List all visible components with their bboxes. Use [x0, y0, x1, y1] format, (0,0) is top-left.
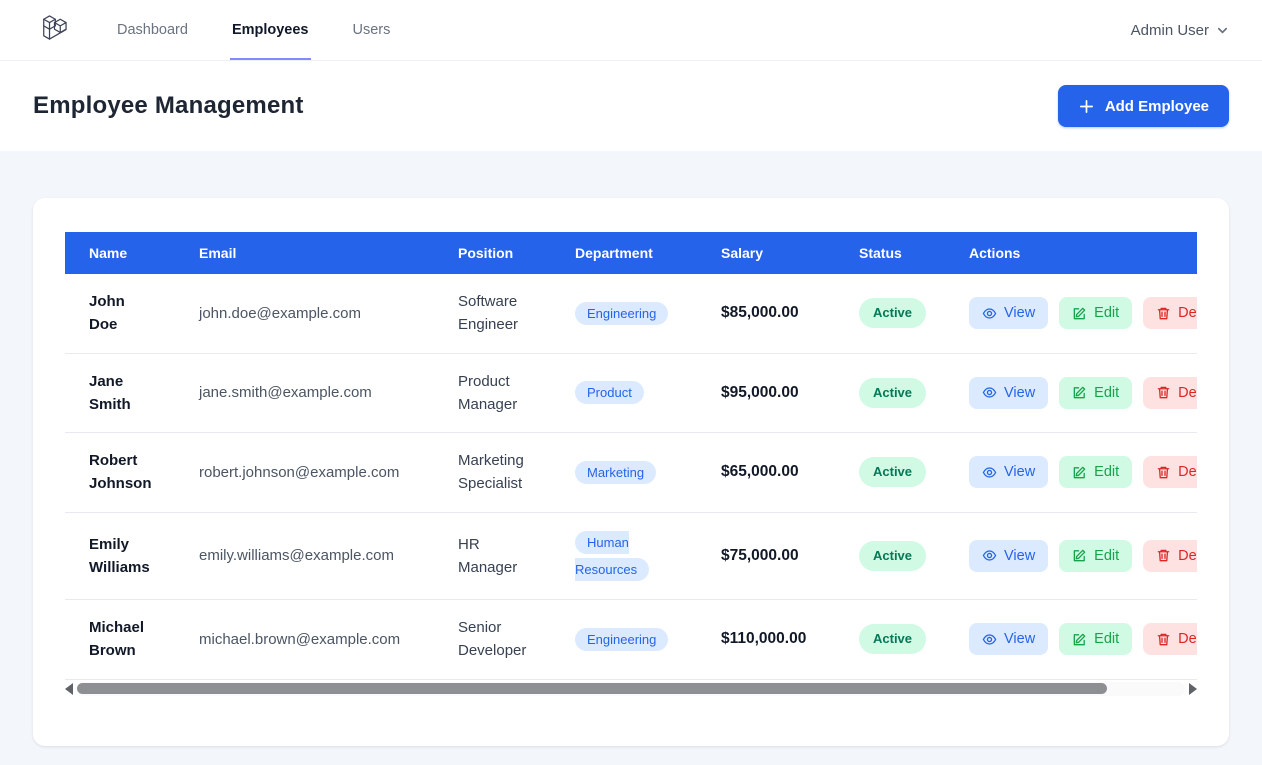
horizontal-scrollbar[interactable]	[65, 681, 1197, 697]
employee-salary: $75,000.00	[697, 512, 835, 600]
edit-icon	[1072, 385, 1087, 400]
employee-position: Senior Developer	[434, 600, 551, 680]
status-badge: Active	[859, 457, 926, 487]
trash-icon	[1156, 385, 1171, 400]
table-row: Emily Williams emily.williams@example.co…	[65, 512, 1197, 600]
employee-name: Robert Johnson	[65, 433, 175, 513]
edit-button[interactable]: Edit	[1059, 377, 1132, 409]
department-badge: Marketing	[575, 461, 656, 484]
employee-salary: $95,000.00	[697, 353, 835, 433]
view-button[interactable]: View	[969, 540, 1048, 572]
table-row: Michael Brown michael.brown@example.com …	[65, 600, 1197, 680]
employee-email: jane.smith@example.com	[175, 353, 434, 433]
employee-email: john.doe@example.com	[175, 274, 434, 353]
delete-button[interactable]: Delete	[1143, 540, 1197, 572]
table-row: Robert Johnson robert.johnson@example.co…	[65, 433, 1197, 513]
status-badge: Active	[859, 298, 926, 328]
delete-button[interactable]: Delete	[1143, 623, 1197, 655]
laravel-logo[interactable]	[33, 0, 71, 60]
eye-icon	[982, 632, 997, 647]
employee-salary: $110,000.00	[697, 600, 835, 680]
top-navbar: Dashboard Employees Users Admin User	[0, 0, 1262, 61]
nav-item-users[interactable]: Users	[351, 0, 393, 60]
edit-button[interactable]: Edit	[1059, 540, 1132, 572]
employee-name: John Doe	[65, 274, 175, 353]
view-button[interactable]: View	[969, 456, 1048, 488]
trash-icon	[1156, 306, 1171, 321]
employees-card: Name Email Position Department Salary St…	[33, 198, 1229, 746]
employee-name: Michael Brown	[65, 600, 175, 680]
employee-position: Product Manager	[434, 353, 551, 433]
col-header-status: Status	[835, 232, 945, 274]
col-header-department: Department	[551, 232, 697, 274]
employee-email: robert.johnson@example.com	[175, 433, 434, 513]
status-badge: Active	[859, 378, 926, 408]
employee-email: michael.brown@example.com	[175, 600, 434, 680]
add-employee-label: Add Employee	[1105, 98, 1209, 115]
department-badge: Human Resources	[575, 531, 649, 581]
status-badge: Active	[859, 541, 926, 571]
page-title: Employee Management	[33, 92, 304, 120]
nav-links: Dashboard Employees Users	[115, 0, 392, 60]
nav-item-dashboard[interactable]: Dashboard	[115, 0, 190, 60]
scroll-left-arrow[interactable]	[65, 683, 73, 695]
edit-icon	[1072, 465, 1087, 480]
view-button[interactable]: View	[969, 623, 1048, 655]
scrollbar-track[interactable]	[77, 682, 1185, 696]
col-header-name: Name	[65, 232, 175, 274]
employee-position: Marketing Specialist	[434, 433, 551, 513]
user-menu[interactable]: Admin User	[1131, 0, 1229, 60]
employees-table: Name Email Position Department Salary St…	[65, 232, 1197, 680]
edit-button[interactable]: Edit	[1059, 623, 1132, 655]
plus-icon	[1078, 98, 1095, 115]
chevron-down-icon	[1216, 24, 1229, 37]
eye-icon	[982, 306, 997, 321]
edit-icon	[1072, 632, 1087, 647]
col-header-salary: Salary	[697, 232, 835, 274]
employee-salary: $65,000.00	[697, 433, 835, 513]
edit-button[interactable]: Edit	[1059, 297, 1132, 329]
status-badge: Active	[859, 624, 926, 654]
add-employee-button[interactable]: Add Employee	[1058, 85, 1229, 127]
trash-icon	[1156, 632, 1171, 647]
main-content: Name Email Position Department Salary St…	[0, 151, 1262, 746]
eye-icon	[982, 385, 997, 400]
employee-position: Software Engineer	[434, 274, 551, 353]
employee-position: HR Manager	[434, 512, 551, 600]
department-badge: Engineering	[575, 628, 668, 651]
employee-name: Emily Williams	[65, 512, 175, 600]
department-badge: Engineering	[575, 302, 668, 325]
page-header: Employee Management Add Employee	[0, 61, 1262, 151]
col-header-email: Email	[175, 232, 434, 274]
employee-email: emily.williams@example.com	[175, 512, 434, 600]
trash-icon	[1156, 548, 1171, 563]
eye-icon	[982, 548, 997, 563]
department-badge: Product	[575, 381, 644, 404]
delete-button[interactable]: Delete	[1143, 377, 1197, 409]
nav-item-employees[interactable]: Employees	[230, 0, 311, 60]
employees-table-viewport: Name Email Position Department Salary St…	[65, 232, 1197, 680]
scrollbar-thumb[interactable]	[77, 683, 1107, 694]
eye-icon	[982, 465, 997, 480]
trash-icon	[1156, 465, 1171, 480]
delete-button[interactable]: Delete	[1143, 297, 1197, 329]
employee-name: Jane Smith	[65, 353, 175, 433]
edit-button[interactable]: Edit	[1059, 456, 1132, 488]
edit-icon	[1072, 306, 1087, 321]
col-header-actions: Actions	[945, 232, 1197, 274]
view-button[interactable]: View	[969, 377, 1048, 409]
edit-icon	[1072, 548, 1087, 563]
scroll-right-arrow[interactable]	[1189, 683, 1197, 695]
table-row: Jane Smith jane.smith@example.com Produc…	[65, 353, 1197, 433]
table-row: John Doe john.doe@example.com Software E…	[65, 274, 1197, 353]
view-button[interactable]: View	[969, 297, 1048, 329]
col-header-position: Position	[434, 232, 551, 274]
table-header-row: Name Email Position Department Salary St…	[65, 232, 1197, 274]
delete-button[interactable]: Delete	[1143, 456, 1197, 488]
employee-salary: $85,000.00	[697, 274, 835, 353]
user-menu-label: Admin User	[1131, 22, 1209, 39]
